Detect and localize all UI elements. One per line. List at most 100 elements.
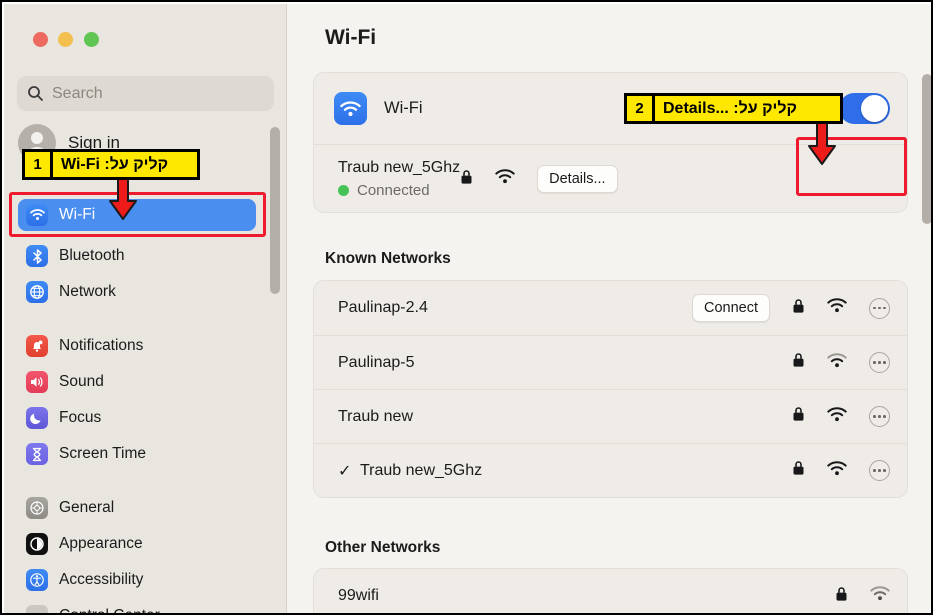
toggle-knob [861,95,888,122]
lock-icon [835,586,848,607]
annotation-text: קליק על: Wi-Fi [61,155,169,173]
connected-network-info: Traub new_5Ghz Connected [338,159,460,199]
sidebar-scrollbar[interactable] [270,127,280,294]
sidebar-item-label: Accessibility [59,571,144,588]
sidebar-item-network[interactable]: Network [18,276,256,308]
wifi-icon [334,92,367,125]
sidebar-item-label: Appearance [59,535,143,552]
wifi-signal-icon [827,460,847,481]
status-badge: Connected [338,182,460,199]
search-icon [27,85,44,102]
search-placeholder: Search [52,84,103,102]
wifi-icon [26,204,48,226]
page-title: Wi-Fi [325,26,377,49]
row-icons [835,586,890,607]
wifi-signal-icon [827,298,847,318]
sidebar: Search Sign in Wi-Fi Bluetooth Network N… [4,4,287,613]
system-settings-window: Search Sign in Wi-Fi Bluetooth Network N… [4,4,931,613]
sidebar-item-notifications[interactable]: Notifications [18,330,256,362]
gear-icon [26,497,48,519]
sidebar-item-label: Screen Time [59,445,147,462]
row-icons: Connect [691,294,890,322]
main-scrollbar[interactable] [922,74,931,224]
annotation-text: קליק על: ...Details [663,99,797,117]
row-icons [792,460,890,481]
more-options-icon[interactable] [869,460,890,481]
sidebar-item-label: Control Center [59,607,160,613]
sidebar-item-control-center[interactable]: Control Center [18,600,256,613]
network-name: Paulinap-2.4 [338,299,428,316]
sidebar-item-label: Notifications [59,337,144,354]
status-dot-icon [338,185,349,196]
network-name: Traub new [338,407,413,425]
details-button[interactable]: Details... [537,165,618,193]
lock-icon [792,298,805,319]
wifi-row-label: Wi-Fi [384,99,423,117]
red-arrow-1-icon [107,175,139,222]
connect-button[interactable]: Connect [691,294,770,322]
status-label: Connected [357,182,430,199]
appearance-icon [26,533,48,555]
lock-icon [792,352,805,373]
sidebar-item-accessibility[interactable]: Accessibility [18,564,256,596]
checkmark-icon: ✓ [338,462,352,480]
table-row[interactable]: Traub new [314,389,907,443]
sidebar-item-screen-time[interactable]: Screen Time [18,438,256,470]
sidebar-item-label: Bluetooth [59,247,125,264]
speaker-icon [26,371,48,393]
other-networks-heading: Other Networks [325,539,441,556]
sidebar-item-focus[interactable]: Focus [18,402,256,434]
network-name: Paulinap-5 [338,353,415,371]
lock-icon [792,460,805,481]
moon-icon [26,407,48,429]
wifi-toggle-switch[interactable] [839,93,890,124]
sidebar-item-label: Wi-Fi [59,206,96,223]
bluetooth-icon [26,245,48,267]
close-window-button[interactable] [33,32,48,47]
connected-ssid: Traub new_5Ghz [338,159,461,176]
wifi-signal-icon [495,169,515,189]
lock-icon [792,406,805,427]
red-arrow-2-icon [806,120,838,167]
network-name: Traub new_5Ghz [360,461,483,479]
table-row[interactable]: ✓ Traub new_5Ghz [314,443,907,497]
annotation-callout-2: 2 קליק על: ...Details [624,93,843,124]
table-row[interactable]: 99wifi [314,569,907,613]
globe-icon [26,281,48,303]
search-input[interactable]: Search [17,76,274,111]
lock-icon [460,169,473,190]
row-icons [792,406,890,427]
other-networks-card: 99wifi [313,568,908,613]
bell-icon [26,335,48,357]
sidebar-item-bluetooth[interactable]: Bluetooth [18,240,256,272]
wifi-signal-icon [827,352,847,373]
known-networks-heading: Known Networks [325,250,451,267]
hourglass-icon [26,443,48,465]
wifi-signal-icon [827,406,847,427]
table-row[interactable]: Paulinap-5 [314,335,907,389]
sidebar-item-label: Network [59,283,116,300]
more-options-icon[interactable] [869,352,890,373]
sidebar-item-appearance[interactable]: Appearance [18,528,256,560]
wifi-signal-icon [870,586,890,606]
connected-row-icons: Details... [460,165,618,193]
control-center-icon [26,605,48,613]
maximize-window-button[interactable] [84,32,99,47]
sidebar-item-sound[interactable]: Sound [18,366,256,398]
sidebar-item-label: Focus [59,409,102,426]
accessibility-icon [26,569,48,591]
sidebar-item-label: General [59,499,115,516]
annotation-callout-1: 1 קליק על: Wi-Fi [22,149,200,180]
more-options-icon[interactable] [869,297,890,319]
more-options-icon[interactable] [869,406,890,427]
annotation-number: 1 [25,152,53,177]
known-networks-card: Paulinap-2.4 Connect Paulinap-5 Traub ne… [313,280,908,498]
row-icons [792,352,890,373]
annotation-number: 2 [627,96,655,121]
screenshot-root: Search Sign in Wi-Fi Bluetooth Network N… [0,0,933,615]
sidebar-item-label: Sound [59,373,104,390]
network-name: 99wifi [338,587,379,604]
table-row[interactable]: Paulinap-2.4 Connect [314,281,907,335]
sidebar-item-general[interactable]: General [18,492,256,524]
minimize-window-button[interactable] [58,32,73,47]
